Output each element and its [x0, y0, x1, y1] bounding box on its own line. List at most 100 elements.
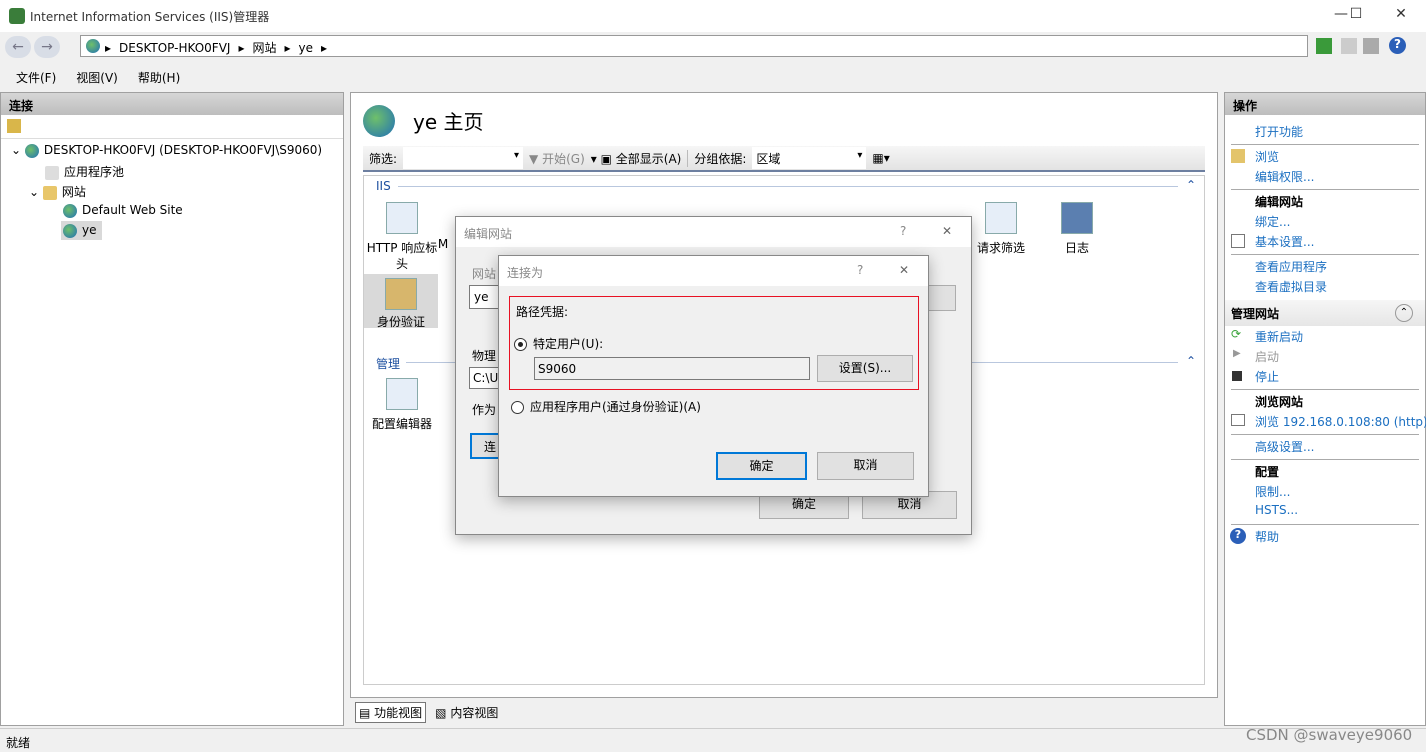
connect-as-cancel-button[interactable]: 取消 — [817, 452, 914, 480]
window-title: Internet Information Services (IIS)管理器 — [30, 10, 270, 24]
action-bindings[interactable]: 绑定... — [1255, 213, 1290, 230]
edit-site-close-button[interactable]: ✕ — [942, 224, 952, 238]
show-all-button[interactable]: ▾ ▣ 全部显示(A) — [591, 150, 682, 167]
breadcrumb-item[interactable]: DESKTOP-HKO0FVJ — [119, 41, 230, 55]
connect-as-ok-button[interactable]: 确定 — [716, 452, 807, 480]
heading-manage-site: 管理网站 — [1231, 307, 1280, 321]
group-by-select[interactable]: 区域 — [752, 147, 867, 169]
connect-as-help-button[interactable]: ? — [857, 263, 863, 277]
feature-http-headers[interactable]: HTTP 响应标头 — [365, 202, 439, 272]
action-help[interactable]: 帮助 — [1255, 528, 1279, 545]
heading-browse-site: 浏览网站 — [1255, 395, 1304, 409]
pass-through-label: 作为 — [472, 403, 497, 417]
tree-node-server[interactable]: ⌄ DESKTOP-HKO0FVJ (DESKTOP-HKO0FVJ\S9060… — [11, 143, 322, 158]
path-credentials-group: 路径凭据: 特定用户(U): S9060 设置(S)... — [509, 296, 919, 390]
set-credentials-button[interactable]: 设置(S)... — [817, 355, 913, 382]
explore-icon — [1231, 149, 1245, 163]
action-limits[interactable]: 限制... — [1255, 483, 1290, 500]
action-stop[interactable]: 停止 — [1255, 368, 1279, 385]
view-tabs: ▤ 功能视图 ▧ 内容视图 — [355, 702, 501, 723]
tab-content-view[interactable]: ▧ 内容视图 — [432, 702, 501, 723]
maximize-button[interactable]: ☐ — [1341, 6, 1371, 22]
menu-file[interactable]: 文件(F) — [16, 69, 56, 88]
group-by-label: 分组依据: — [687, 149, 746, 167]
help-icon: ? — [1230, 528, 1246, 544]
connections-panel: 连接 ⌄ DESKTOP-HKO0FVJ (DESKTOP-HKO0FVJ\S9… — [0, 92, 344, 726]
tree-node-sites[interactable]: ⌄ 网站 — [29, 183, 86, 200]
collapse-iis-icon[interactable]: ⌃ — [1186, 178, 1196, 192]
view-mode-icon[interactable]: ▦▾ — [872, 151, 889, 165]
section-manage: 管理 — [376, 357, 401, 371]
action-explore[interactable]: 浏览 — [1255, 148, 1279, 165]
connect-icon[interactable] — [7, 119, 21, 133]
iis-app-icon — [9, 8, 25, 24]
path-credentials-label: 路径凭据: — [516, 305, 569, 319]
breadcrumb-item[interactable]: ye — [299, 41, 313, 55]
menu-bar: 文件(F) 视图(V) 帮助(H) — [0, 64, 1426, 88]
start-button[interactable]: ▼ 开始(G) — [529, 150, 585, 167]
stop-icon — [1232, 371, 1242, 381]
physical-path-label: 物理 — [472, 349, 497, 363]
menu-help[interactable]: 帮助(H) — [138, 69, 180, 88]
status-text: 就绪 — [6, 736, 31, 750]
collapse-manage-icon[interactable]: ⌃ — [1186, 354, 1196, 368]
forward-button[interactable]: → — [34, 36, 60, 58]
watermark: CSDN @swaveye9060 — [1246, 726, 1413, 744]
action-browse-http[interactable]: 浏览 192.168.0.108:80 (http) — [1255, 413, 1426, 430]
section-iis: IIS — [376, 179, 391, 193]
start-icon: ▶ — [1233, 348, 1241, 359]
filter-label: 筛选: — [369, 151, 398, 166]
action-edit-permissions[interactable]: 编辑权限... — [1255, 168, 1314, 185]
browse-site-icon — [1231, 414, 1245, 426]
heading-edit-site: 编辑网站 — [1255, 195, 1304, 209]
action-view-virtual-dirs[interactable]: 查看虚拟目录 — [1255, 278, 1327, 295]
site-name-label: 网站 — [472, 267, 497, 281]
action-restart[interactable]: 重新启动 — [1255, 328, 1303, 345]
page-title: ye 主页 — [413, 110, 484, 134]
action-start: 启动 — [1255, 350, 1280, 364]
title-bar: Internet Information Services (IIS)管理器 —… — [0, 0, 1426, 32]
feature-request-filtering[interactable]: 请求筛选 — [964, 202, 1038, 256]
close-button[interactable]: ✕ — [1386, 6, 1416, 22]
site-globe-icon — [363, 105, 395, 137]
feature-logging[interactable]: 日志 — [1040, 202, 1114, 256]
home-icon[interactable] — [1363, 38, 1379, 54]
collapse-manage-site-icon[interactable]: ⌃ — [1395, 304, 1413, 322]
status-bar: 就绪 CSDN @swaveye9060 — [0, 726, 1426, 752]
tab-features-view[interactable]: ▤ 功能视图 — [355, 702, 427, 723]
stop-icon[interactable] — [1341, 38, 1357, 54]
connect-as-close-button[interactable]: ✕ — [899, 263, 909, 277]
menu-view[interactable]: 视图(V) — [76, 69, 118, 88]
actions-panel: 操作 打开功能 浏览 编辑权限... 编辑网站 绑定... 基本设置... 查看… — [1224, 92, 1426, 726]
feature-mime[interactable]: M — [436, 236, 450, 252]
address-bar[interactable]: ▸ DESKTOP-HKO0FVJ ▸ 网站 ▸ ye ▸ — [80, 35, 1308, 57]
action-view-applications[interactable]: 查看应用程序 — [1255, 258, 1327, 275]
tree-node-ye[interactable]: ye — [61, 221, 103, 240]
edit-site-titlebar: 编辑网站 — [456, 217, 971, 247]
connections-toolbar — [1, 115, 343, 139]
action-open-feature[interactable]: 打开功能 — [1255, 123, 1303, 140]
feature-authentication[interactable]: 身份验证 — [364, 274, 438, 329]
heading-configure: 配置 — [1255, 465, 1280, 479]
tree-node-default-site[interactable]: Default Web Site — [63, 203, 183, 218]
edit-site-help-button[interactable]: ? — [900, 224, 906, 238]
basic-settings-icon — [1231, 234, 1245, 248]
actions-header: 操作 — [1225, 93, 1425, 115]
connect-as-titlebar: 连接为 — [499, 256, 928, 286]
help-icon[interactable]: ? — [1389, 37, 1406, 54]
filter-input[interactable] — [403, 147, 524, 169]
user-name-field: S9060 — [534, 357, 810, 380]
restart-icon: ⟳ — [1231, 327, 1242, 341]
refresh-icon[interactable] — [1316, 38, 1332, 54]
action-advanced-settings[interactable]: 高级设置... — [1255, 438, 1314, 455]
action-basic-settings[interactable]: 基本设置... — [1255, 233, 1314, 250]
connections-header: 连接 — [1, 93, 343, 115]
tree-node-app-pools[interactable]: 应用程序池 — [45, 163, 124, 180]
app-user-radio[interactable]: 应用程序用户(通过身份验证)(A) — [511, 398, 701, 415]
breadcrumb-item[interactable]: 网站 — [252, 39, 276, 56]
feature-config-editor[interactable]: 配置编辑器 — [365, 378, 439, 432]
back-button[interactable]: ← — [5, 36, 31, 58]
specific-user-radio[interactable]: 特定用户(U): — [514, 335, 603, 352]
action-hsts[interactable]: HSTS... — [1255, 503, 1298, 517]
globe-icon — [86, 39, 100, 53]
